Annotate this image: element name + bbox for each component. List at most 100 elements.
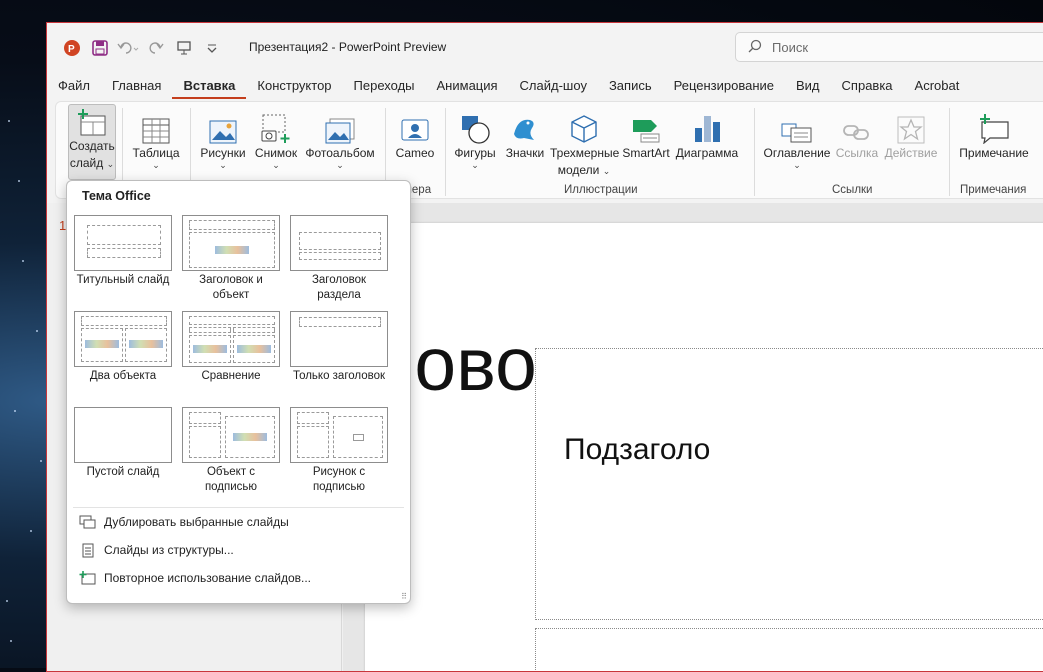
title-placeholder[interactable] (535, 348, 1043, 620)
toc-label: Оглавление (763, 146, 831, 160)
layout-blank[interactable]: Пустой слайд (71, 407, 175, 480)
redo-icon[interactable] (145, 37, 167, 59)
tab-review[interactable]: Рецензирование (663, 75, 785, 99)
cameo-button[interactable]: Cameo (390, 104, 440, 161)
screenshot-icon (251, 104, 301, 144)
new-slide-button[interactable]: Создать слайд ⌄ (68, 104, 116, 180)
layout-picture-caption[interactable]: Рисунок с подписью (287, 407, 391, 495)
smartart-label: SmartArt (622, 146, 670, 160)
layout-preview (182, 215, 280, 271)
chart-icon (674, 104, 740, 144)
chevron-down-icon: ⌄ (471, 160, 479, 170)
3d-models-label-2: модели (557, 163, 600, 177)
layout-comparison[interactable]: Сравнение (179, 311, 283, 384)
reuse-slides-item[interactable]: Повторное использование слайдов... (79, 571, 311, 585)
photo-album-icon (303, 104, 377, 144)
layout-content-caption[interactable]: Объект с подписью (179, 407, 283, 495)
tab-transitions[interactable]: Переходы (343, 75, 426, 99)
layout-label: Заголовок и (199, 274, 263, 286)
layout-label: Сравнение (201, 370, 261, 382)
chevron-down-icon: ⌄ (152, 160, 160, 170)
action-button[interactable]: Действие (882, 104, 940, 161)
tab-acrobat[interactable]: Acrobat (904, 75, 971, 99)
svg-text:P: P (68, 44, 75, 55)
new-slide-gallery: Тема Office Титульный слайд Заголовок и … (66, 180, 411, 604)
tab-animations[interactable]: Анимация (426, 75, 509, 99)
screenshot-button[interactable]: Снимок ⌄ (251, 104, 301, 170)
tab-help[interactable]: Справка (831, 75, 904, 99)
tab-file[interactable]: Файл (47, 75, 101, 99)
link-label: Ссылка (835, 146, 879, 160)
photo-album-button[interactable]: Фотоальбом ⌄ (303, 104, 377, 170)
reuse-slides-icon (79, 571, 96, 585)
action-label: Действие (884, 146, 938, 160)
tab-design[interactable]: Конструктор (246, 75, 342, 99)
icons-label: Значки (505, 146, 545, 160)
illustrations-group-label: Иллюстрации (564, 184, 638, 196)
customize-qat-icon[interactable] (201, 37, 223, 59)
layout-label: Титульный слайд (76, 274, 170, 286)
photo-album-label: Фотоальбом (305, 146, 375, 160)
new-slide-label-2: слайд (69, 156, 104, 170)
search-box[interactable]: Поиск (735, 32, 1043, 62)
layout-section-header[interactable]: Заголовок раздела (287, 215, 391, 303)
screenshot-label: Снимок (254, 146, 298, 160)
tab-view[interactable]: Вид (785, 75, 831, 99)
chevron-down-icon: ⌄ (602, 166, 611, 176)
layout-preview (182, 407, 280, 463)
shapes-button[interactable]: Фигуры ⌄ (448, 104, 502, 170)
resize-grip-icon[interactable]: ⠿ (401, 592, 407, 601)
cameo-icon (390, 104, 440, 144)
cameo-label: Cameo (395, 146, 435, 160)
pictures-button[interactable]: Рисунки ⌄ (196, 104, 250, 170)
tab-insert[interactable]: Вставка (172, 75, 247, 99)
chevron-down-icon: ⌄ (336, 160, 344, 170)
title-bar: P Презентация2 - PowerPoint Preview Поис… (47, 23, 1043, 71)
layout-label: Объект с (206, 466, 256, 478)
chart-label: Диаграмма (675, 146, 739, 160)
presentation-icon[interactable] (173, 37, 195, 59)
smartart-button[interactable]: SmartArt (619, 104, 673, 161)
layout-label: Пустой слайд (86, 466, 160, 478)
subtitle-placeholder-text: Подзаголо (564, 433, 711, 466)
tab-home[interactable]: Главная (101, 75, 172, 99)
subtitle-placeholder[interactable] (535, 628, 1043, 671)
layout-preview (182, 311, 280, 367)
layout-label: объект (212, 289, 250, 301)
comment-button[interactable]: Примечание (956, 104, 1032, 161)
layout-preview (74, 215, 172, 271)
table-button[interactable]: Таблица ⌄ (128, 104, 184, 170)
link-button[interactable]: Ссылка (834, 104, 880, 161)
slides-from-outline-item[interactable]: Слайды из структуры... (79, 543, 234, 557)
layout-title-content[interactable]: Заголовок и объект (179, 215, 283, 303)
powerpoint-logo-icon: P (61, 37, 83, 59)
comment-label: Примечание (959, 146, 1029, 160)
chevron-down-icon: ⌄ (106, 159, 115, 169)
icons-button[interactable]: Значки (501, 104, 549, 161)
layout-two-content[interactable]: Два объекта (71, 311, 175, 384)
pictures-icon (196, 104, 250, 144)
tab-record[interactable]: Запись (598, 75, 663, 99)
shapes-label: Фигуры (454, 146, 496, 160)
toc-button[interactable]: Оглавление ⌄ (762, 104, 832, 170)
tab-slideshow[interactable]: Слайд-шоу (509, 75, 598, 99)
new-slide-label-1: Создать (69, 139, 115, 153)
3d-models-button[interactable]: Трехмерные модели ⌄ (550, 104, 619, 178)
link-icon (834, 104, 880, 144)
comment-icon (956, 104, 1032, 144)
duplicate-slides-item[interactable]: Дублировать выбранные слайды (79, 515, 289, 529)
save-icon[interactable] (89, 37, 111, 59)
chevron-down-icon: ⌄ (272, 160, 280, 170)
chart-button[interactable]: Диаграмма (674, 104, 740, 161)
layout-label: Только заголовок (292, 370, 386, 382)
layout-title-only[interactable]: Только заголовок (287, 311, 391, 384)
undo-icon[interactable] (117, 37, 139, 59)
layout-preview (290, 407, 388, 463)
chevron-down-icon: ⌄ (219, 160, 227, 170)
layout-title-slide[interactable]: Титульный слайд (71, 215, 175, 288)
search-placeholder: Поиск (772, 39, 809, 55)
chevron-down-icon: ⌄ (793, 160, 801, 170)
new-slide-icon (69, 105, 115, 137)
layout-label: Заголовок (311, 274, 367, 286)
table-label: Таблица (132, 146, 180, 160)
